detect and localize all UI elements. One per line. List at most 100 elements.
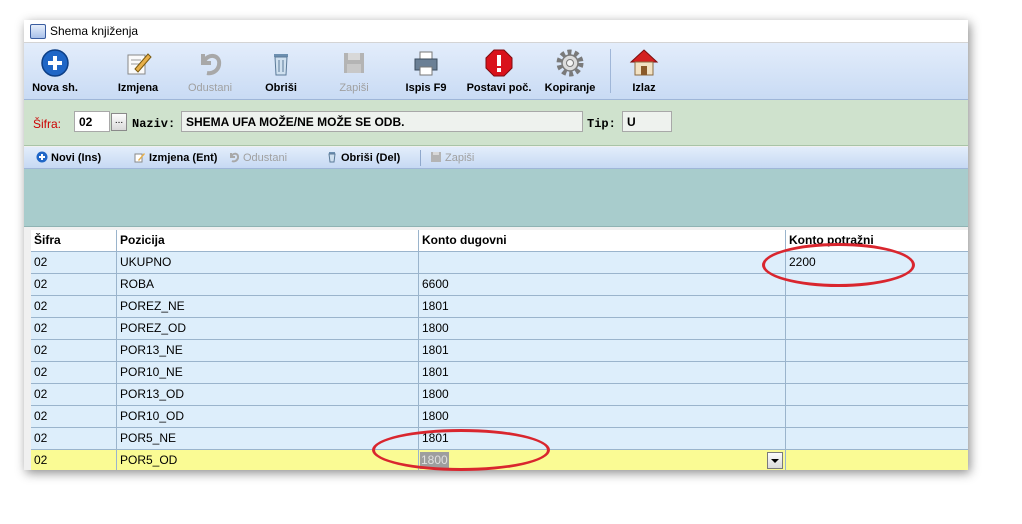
cell-sifra[interactable]: 02 [31,384,117,405]
cell-konto-dugovni[interactable]: 1800 [419,384,786,405]
delete-row-label: Obriši (Del) [341,152,401,164]
plus-circle-icon [41,49,69,77]
copy-label: Kopiranje [544,82,596,94]
table-row[interactable]: 02 POR10_OD 1800 [31,406,968,428]
filter-panel [24,169,968,227]
column-header-pozicija[interactable]: Pozicija [117,230,419,251]
gear-icon [556,49,584,77]
cell-sifra[interactable]: 02 [31,428,117,449]
cell-konto-potrazni[interactable] [786,450,968,470]
detail-toolbar-separator [420,150,421,166]
sifra-lookup-button[interactable]: ... [111,113,127,131]
edit-row-label: Izmjena (Ent) [149,152,218,164]
cell-konto-potrazni[interactable] [786,384,968,405]
column-header-konto-dugovni[interactable]: Konto dugovni [419,230,786,251]
delete-row-button[interactable]: Obriši (Del) [326,151,400,164]
cell-sifra[interactable]: 02 [31,274,117,295]
cell-sifra[interactable]: 02 [31,450,117,470]
printer-icon [414,51,438,76]
cell-pozicija[interactable]: POREZ_OD [117,318,419,339]
cell-konto-dugovni[interactable]: 1801 [419,362,786,383]
save-row-button[interactable]: Zapiši [430,151,474,164]
tip-label: Tip: [587,117,616,131]
cell-konto-potrazni[interactable] [786,406,968,427]
table-row[interactable]: 02 POR13_NE 1801 [31,340,968,362]
cell-pozicija[interactable]: POR10_NE [117,362,419,383]
cell-konto-dugovni[interactable] [419,252,786,273]
main-toolbar: Nova sh. Izmjena Odustani Obriši Zapiši … [24,43,968,100]
trash-bin-icon [274,54,288,76]
plus-circle-icon [36,151,48,163]
edit-label: Izmjena [117,82,159,94]
new-row-button[interactable]: Novi (Ins) [36,151,101,164]
cell-pozicija[interactable]: POR13_OD [117,384,419,405]
save-label: Zapiši [339,82,369,94]
cancel-label: Odustani [187,82,233,94]
konto-dropdown-button[interactable] [767,452,783,469]
cell-pozicija[interactable]: UKUPNO [117,252,419,273]
save-disk-icon [431,152,441,162]
naziv-field[interactable]: SHEMA UFA MOŽE/NE MOŽE SE ODB. [181,111,583,132]
cell-pozicija[interactable]: POR13_NE [117,340,419,361]
tip-field[interactable]: U [622,111,672,132]
cancel-row-button[interactable]: Odustani [228,151,287,164]
cell-konto-dugovni[interactable]: 1800 [419,406,786,427]
naziv-label: Naziv: [132,117,176,131]
sifra-field[interactable]: 02 [74,111,110,132]
save-button[interactable]: Zapiši [328,45,380,97]
cell-sifra[interactable]: 02 [31,296,117,317]
table-row[interactable]: 02 POR13_OD 1800 [31,384,968,406]
table-row[interactable]: 02 POREZ_OD 1800 [31,318,968,340]
table-row[interactable]: 02 POREZ_NE 1801 [31,296,968,318]
cancel-row-label: Odustani [243,152,288,164]
edit-button[interactable]: Izmjena [110,45,166,97]
table-row[interactable]: 02 POR10_NE 1801 [31,362,968,384]
cell-konto-potrazni[interactable] [786,296,968,317]
pencil-icon [134,153,145,163]
cell-konto-potrazni[interactable] [786,428,968,449]
print-button[interactable]: Ispis F9 [400,45,452,97]
title-bar: Shema knjiženja [24,20,968,43]
new-scheme-label: Nova sh. [32,82,78,94]
save-row-label: Zapiši [445,152,475,164]
cell-pozicija[interactable]: POREZ_NE [117,296,419,317]
new-scheme-button[interactable]: Nova sh. [30,45,80,97]
annotation-ellipse-konto-potrazni [762,243,915,287]
cell-konto-potrazni[interactable] [786,362,968,383]
cell-konto-potrazni[interactable] [786,318,968,339]
toolbar-separator [610,49,611,93]
home-icon [629,49,659,76]
cell-konto-dugovni[interactable]: 1800 [419,318,786,339]
sifra-label: Šifra: [33,117,62,131]
cell-pozicija[interactable]: POR10_OD [117,406,419,427]
cell-konto-dugovni[interactable]: 6600 [419,274,786,295]
trash-bin-icon [328,152,336,163]
column-header-sifra[interactable]: Šifra [31,230,117,251]
cell-sifra[interactable]: 02 [31,406,117,427]
cell-sifra[interactable]: 02 [31,252,117,273]
exit-button[interactable]: Izlaz [622,45,666,97]
undo-arrow-icon [201,54,222,76]
annotation-ellipse-konto-dugovni [372,429,550,471]
set-initial-label: Postavi poč. [466,82,532,94]
cell-pozicija[interactable]: ROBA [117,274,419,295]
copy-button[interactable]: Kopiranje [542,45,598,97]
delete-button[interactable]: Obriši [256,45,306,97]
app-icon [30,24,46,39]
delete-label: Obriši [265,82,297,94]
pencil-paper-icon [127,53,152,75]
new-row-label: Novi (Ins) [51,152,102,164]
cell-konto-dugovni[interactable]: 1801 [419,340,786,361]
cell-konto-potrazni[interactable] [786,340,968,361]
set-initial-button[interactable]: Postavi poč. [464,45,534,97]
cell-sifra[interactable]: 02 [31,362,117,383]
cell-sifra[interactable]: 02 [31,340,117,361]
cancel-button[interactable]: Odustani [178,45,242,97]
stop-sign-icon [485,49,513,77]
exit-label: Izlaz [632,82,656,94]
print-label: Ispis F9 [405,82,447,94]
cell-sifra[interactable]: 02 [31,318,117,339]
save-disk-icon [344,53,364,73]
cell-konto-dugovni[interactable]: 1801 [419,296,786,317]
edit-row-button[interactable]: Izmjena (Ent) [134,151,217,164]
